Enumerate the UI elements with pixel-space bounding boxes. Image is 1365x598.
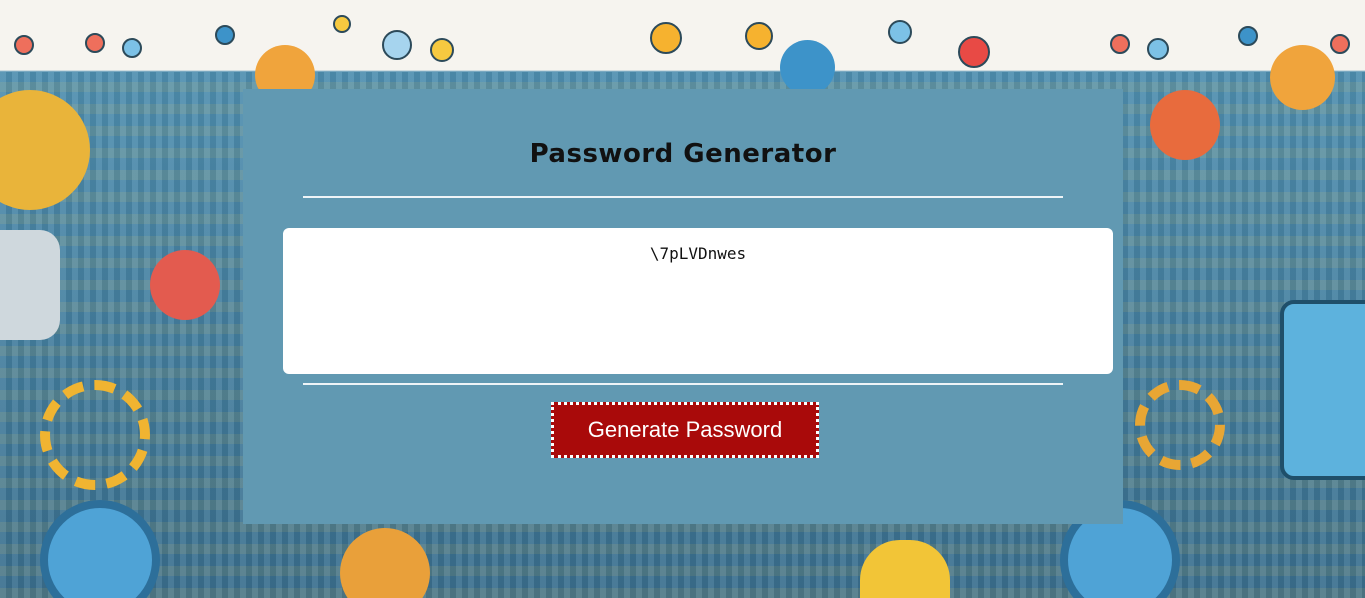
- gear-icon: [1270, 45, 1335, 110]
- dot-icon: [1110, 34, 1130, 54]
- dot-icon: [333, 15, 351, 33]
- password-generator-card: Password Generator Generate Password: [243, 89, 1123, 524]
- dot-icon: [14, 35, 34, 55]
- gear-icon: [1135, 380, 1225, 470]
- robot-icon: [1280, 300, 1365, 480]
- dot-icon: [958, 36, 990, 68]
- divider-bottom: [303, 383, 1063, 385]
- circle-icon: [150, 250, 220, 320]
- dot-icon: [745, 22, 773, 50]
- divider-top: [303, 196, 1063, 198]
- dot-icon: [382, 30, 412, 60]
- robot-icon: [0, 230, 60, 340]
- dot-icon: [888, 20, 912, 44]
- password-output[interactable]: [283, 228, 1113, 374]
- gear-icon: [780, 40, 835, 95]
- dot-icon: [85, 33, 105, 53]
- dot-icon: [215, 25, 235, 45]
- dot-icon: [1147, 38, 1169, 60]
- dot-icon: [430, 38, 454, 62]
- generate-password-button[interactable]: Generate Password: [551, 402, 819, 458]
- dot-icon: [1330, 34, 1350, 54]
- dot-icon: [122, 38, 142, 58]
- page-title: Password Generator: [529, 139, 837, 169]
- gear-icon: [1150, 90, 1220, 160]
- gear-icon: [40, 380, 150, 490]
- dot-icon: [650, 22, 682, 54]
- dot-icon: [1238, 26, 1258, 46]
